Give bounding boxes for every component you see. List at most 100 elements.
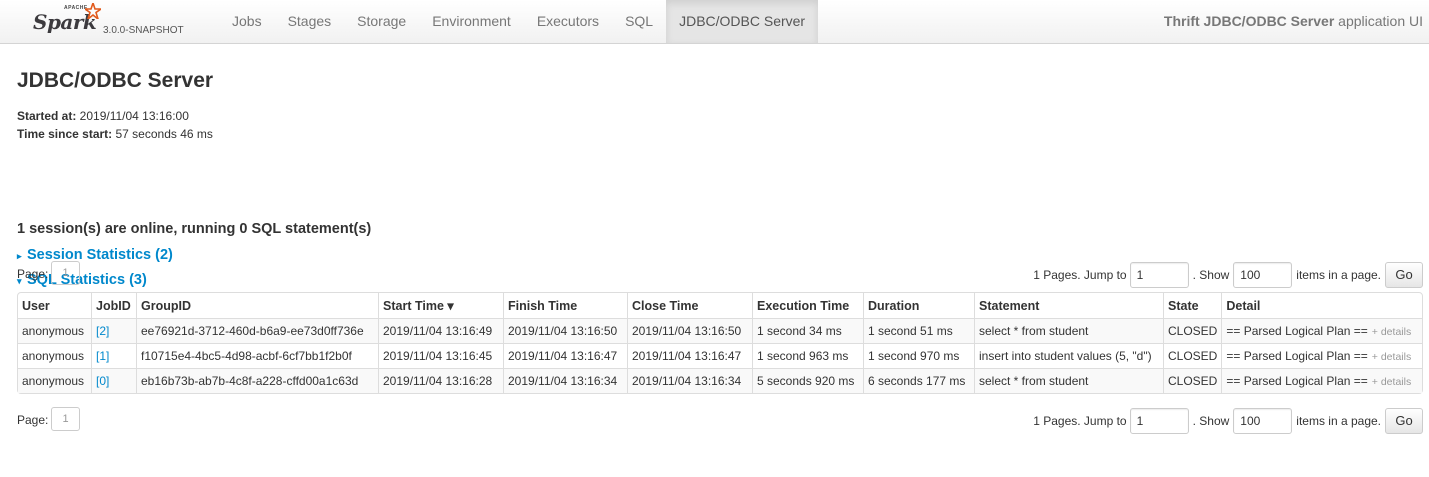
cell-start-time: 2019/11/04 13:16:28 xyxy=(378,368,503,393)
cell-jobid: [1] xyxy=(91,343,136,368)
cell-start-time: 2019/11/04 13:16:49 xyxy=(378,318,503,343)
cell-statement: select * from student xyxy=(974,368,1163,393)
show-label: . Show xyxy=(1192,268,1230,282)
cell-close-time: 2019/11/04 13:16:47 xyxy=(627,343,752,368)
cell-finish-time: 2019/11/04 13:16:50 xyxy=(503,318,627,343)
cell-execution-time: 5 seconds 920 ms xyxy=(752,368,863,393)
tab-jobs[interactable]: Jobs xyxy=(219,0,275,43)
table-row: anonymous [0] eb16b73b-ab7b-4c8f-a228-cf… xyxy=(18,368,1422,393)
pagination-bottom: Page: 1 1 Pages. Jump to . Show items in… xyxy=(17,407,1423,435)
go-button[interactable]: Go xyxy=(1385,262,1423,288)
app-title: Thrift JDBC/ODBC Server application UI xyxy=(1164,0,1423,43)
cell-close-time: 2019/11/04 13:16:50 xyxy=(627,318,752,343)
tab-stages[interactable]: Stages xyxy=(275,0,345,43)
job-link[interactable]: [2] xyxy=(96,324,109,338)
items-per-page-label: items in a page. xyxy=(1296,414,1381,428)
page-label: Page: xyxy=(17,267,49,281)
cell-execution-time: 1 second 34 ms xyxy=(752,318,863,343)
cell-duration: 1 second 970 ms xyxy=(863,343,974,368)
started-at-label: Started at: xyxy=(17,109,77,123)
nav-tabs: Jobs Stages Storage Environment Executor… xyxy=(219,0,819,43)
page-controls: 1 Pages. Jump to . Show items in a page.… xyxy=(1033,261,1423,289)
cell-state: CLOSED xyxy=(1163,368,1222,393)
col-duration[interactable]: Duration xyxy=(863,293,974,318)
time-since-start-value: 57 seconds 46 ms xyxy=(112,127,213,141)
show-label: . Show xyxy=(1192,414,1230,428)
table-row: anonymous [2] ee76921d-3712-460d-b6a9-ee… xyxy=(18,318,1422,343)
spark-logo[interactable]: APACHE Spark 3.0.0-SNAPSHOT xyxy=(33,3,193,41)
cell-user: anonymous xyxy=(18,368,91,393)
page-size-input[interactable] xyxy=(1233,262,1293,288)
col-statement[interactable]: Statement xyxy=(974,293,1163,318)
cell-duration: 1 second 51 ms xyxy=(863,318,974,343)
sql-statistics-table: User JobID GroupID Start Time ▾ Finish T… xyxy=(17,292,1423,394)
page-controls: 1 Pages. Jump to . Show items in a page.… xyxy=(1033,407,1423,435)
col-close-time[interactable]: Close Time xyxy=(627,293,752,318)
tab-jdbc-odbc-server[interactable]: JDBC/ODBC Server xyxy=(666,0,819,43)
cell-detail: == Parsed Logical Plan == + details xyxy=(1221,318,1422,343)
navbar: APACHE Spark 3.0.0-SNAPSHOT Jobs Stages … xyxy=(0,0,1429,44)
detail-text: == Parsed Logical Plan == xyxy=(1226,374,1368,388)
cell-start-time: 2019/11/04 13:16:45 xyxy=(378,343,503,368)
col-detail[interactable]: Detail xyxy=(1221,293,1422,318)
cell-detail: == Parsed Logical Plan == + details xyxy=(1221,343,1422,368)
tab-sql[interactable]: SQL xyxy=(612,0,666,43)
started-at-value: 2019/11/04 13:16:00 xyxy=(76,109,189,123)
tab-executors[interactable]: Executors xyxy=(524,0,612,43)
time-since-start: Time since start: 57 seconds 46 ms xyxy=(17,127,213,141)
cell-finish-time: 2019/11/04 13:16:34 xyxy=(503,368,627,393)
spark-version: 3.0.0-SNAPSHOT xyxy=(103,25,184,36)
cell-groupid: eb16b73b-ab7b-4c8f-a228-cffd00a1c63d xyxy=(136,368,378,393)
go-button[interactable]: Go xyxy=(1385,408,1423,434)
col-execution-time[interactable]: Execution Time xyxy=(752,293,863,318)
cell-statement: select * from student xyxy=(974,318,1163,343)
col-groupid[interactable]: GroupID xyxy=(136,293,378,318)
online-summary: 1 session(s) are online, running 0 SQL s… xyxy=(17,221,372,237)
col-jobid[interactable]: JobID xyxy=(91,293,136,318)
jump-to-page-input[interactable] xyxy=(1129,408,1189,434)
col-state[interactable]: State xyxy=(1163,293,1221,318)
cell-detail: == Parsed Logical Plan == + details xyxy=(1221,368,1422,393)
spark-star-icon xyxy=(85,3,101,19)
cell-state: CLOSED xyxy=(1163,318,1222,343)
job-link[interactable]: [0] xyxy=(96,374,109,388)
tab-storage[interactable]: Storage xyxy=(344,0,419,43)
cell-jobid: [2] xyxy=(91,318,136,343)
app-title-bold: Thrift JDBC/ODBC Server xyxy=(1163,13,1335,29)
detail-text: == Parsed Logical Plan == xyxy=(1226,324,1368,338)
cell-statement: insert into student values (5, "d") xyxy=(974,343,1163,368)
cell-finish-time: 2019/11/04 13:16:47 xyxy=(503,343,627,368)
items-per-page-label: items in a page. xyxy=(1296,268,1381,282)
cell-groupid: f10715e4-4bc5-4d98-acbf-6cf7bb1f2b0f xyxy=(136,343,378,368)
page-number-button[interactable]: 1 xyxy=(51,261,80,285)
expand-details-link[interactable]: + details xyxy=(1372,326,1411,338)
expand-details-link[interactable]: + details xyxy=(1372,376,1411,388)
cell-duration: 6 seconds 177 ms xyxy=(863,368,974,393)
cell-close-time: 2019/11/04 13:16:34 xyxy=(627,368,752,393)
tab-environment[interactable]: Environment xyxy=(419,0,524,43)
page-title: JDBC/ODBC Server xyxy=(17,69,214,92)
app-title-rest: application UI xyxy=(1334,13,1423,29)
job-link[interactable]: [1] xyxy=(96,349,109,363)
page-number-button[interactable]: 1 xyxy=(51,407,80,431)
table-row: anonymous [1] f10715e4-4bc5-4d98-acbf-6c… xyxy=(18,343,1422,368)
started-at: Started at: 2019/11/04 13:16:00 xyxy=(17,109,189,123)
cell-execution-time: 1 second 963 ms xyxy=(752,343,863,368)
pages-jump-label: 1 Pages. Jump to xyxy=(1033,414,1127,428)
expand-details-link[interactable]: + details xyxy=(1372,351,1411,363)
pagination-top: Page: 1 1 Pages. Jump to . Show items in… xyxy=(17,261,1423,289)
jump-to-page-input[interactable] xyxy=(1129,262,1189,288)
col-user[interactable]: User xyxy=(18,293,91,318)
table-header-row: User JobID GroupID Start Time ▾ Finish T… xyxy=(18,293,1422,318)
detail-text: == Parsed Logical Plan == xyxy=(1226,349,1368,363)
col-finish-time[interactable]: Finish Time xyxy=(503,293,627,318)
time-since-start-label: Time since start: xyxy=(17,127,113,141)
pages-jump-label: 1 Pages. Jump to xyxy=(1033,268,1127,282)
page-size-input[interactable] xyxy=(1233,408,1293,434)
col-start-time[interactable]: Start Time ▾ xyxy=(378,293,503,318)
cell-user: anonymous xyxy=(18,318,91,343)
cell-state: CLOSED xyxy=(1163,343,1222,368)
cell-groupid: ee76921d-3712-460d-b6a9-ee73d0ff736e xyxy=(136,318,378,343)
cell-user: anonymous xyxy=(18,343,91,368)
page-label: Page: xyxy=(17,413,49,427)
